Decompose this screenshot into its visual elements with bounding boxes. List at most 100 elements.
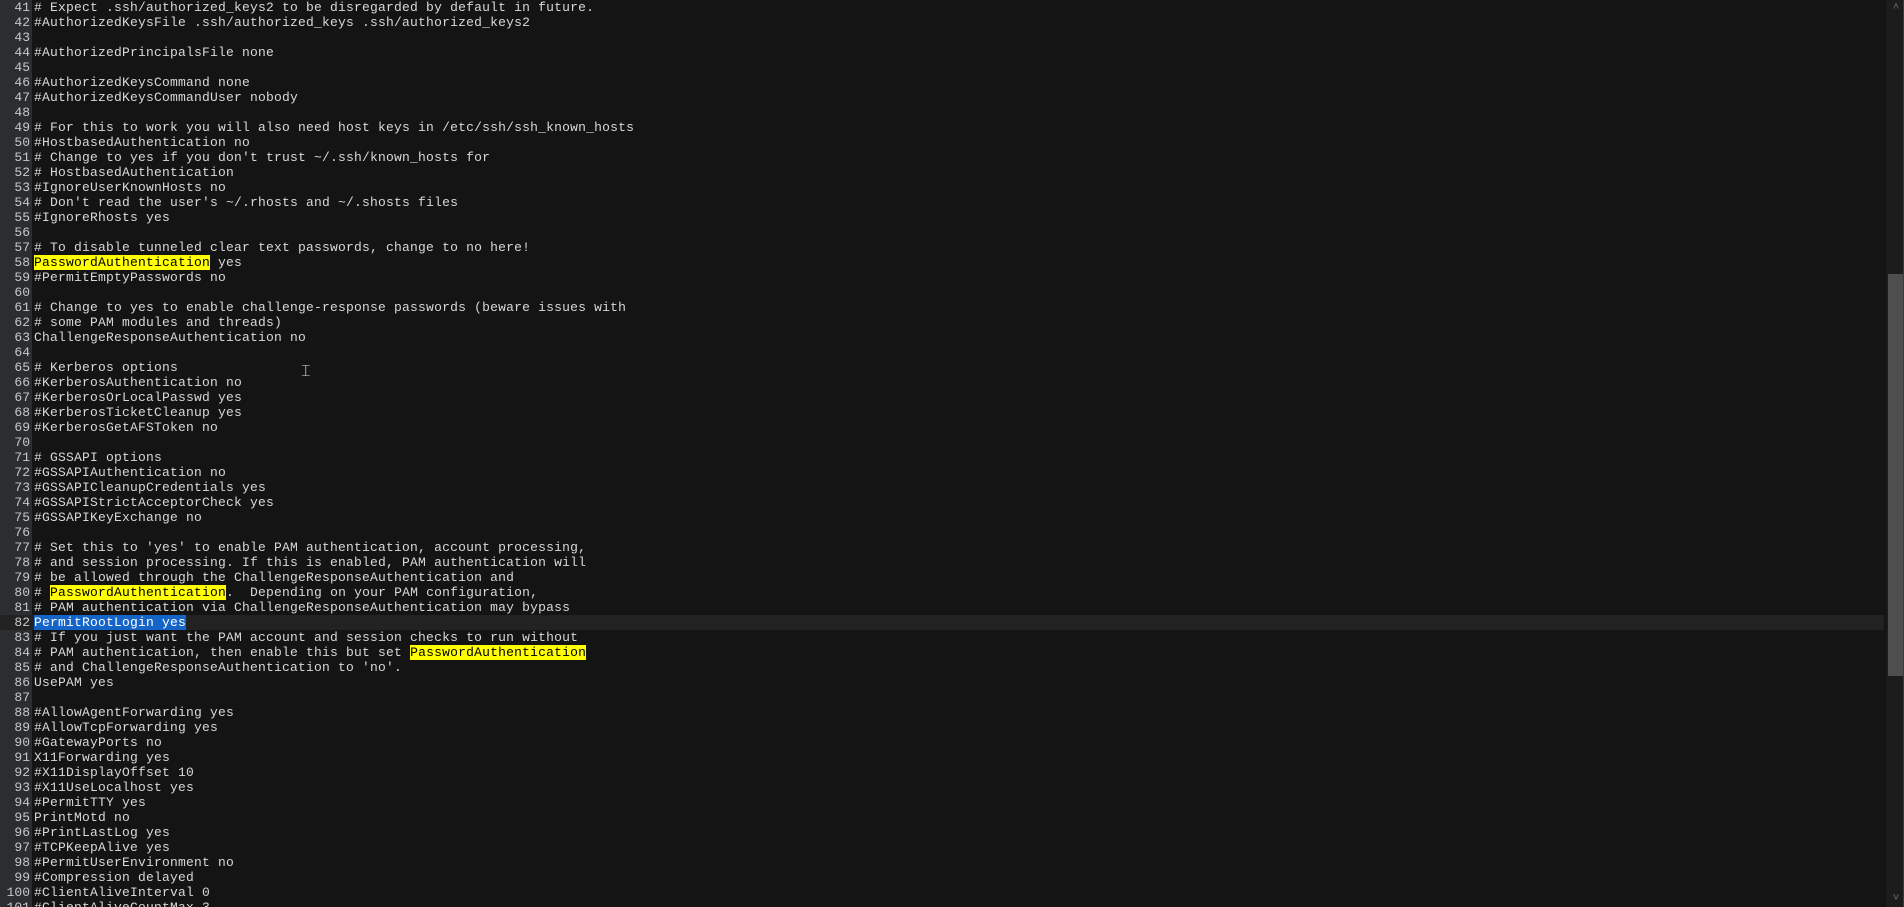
line-text[interactable]: #KerberosGetAFSToken no <box>34 420 218 435</box>
code-line[interactable]: 51 # Change to yes if you don't trust ~/.… <box>0 150 1884 165</box>
code-line[interactable]: 101 #ClientAliveCountMax 3 <box>0 900 1884 907</box>
line-text[interactable]: PrintMotd no <box>34 810 130 825</box>
line-text[interactable]: # Don't read the user's ~/.rhosts and ~/… <box>34 195 458 210</box>
line-text[interactable]: #KerberosAuthentication no <box>34 375 242 390</box>
line-text[interactable]: # If you just want the PAM account and s… <box>34 630 578 645</box>
line-text[interactable]: # Expect .ssh/authorized_keys2 to be dis… <box>34 0 594 15</box>
code-line[interactable]: 80 # PasswordAuthentication. Depending on… <box>0 585 1884 600</box>
line-text[interactable]: # and ChallengeResponseAuthentication to… <box>34 660 402 675</box>
scrollbar-thumb[interactable] <box>1888 274 1903 676</box>
line-text[interactable]: #X11DisplayOffset 10 <box>34 765 194 780</box>
code-line[interactable]: 83 # If you just want the PAM account and… <box>0 630 1884 645</box>
line-text[interactable]: #AllowTcpForwarding yes <box>34 720 218 735</box>
code-line[interactable]: 95 PrintMotd no <box>0 810 1884 825</box>
line-text[interactable]: #AuthorizedKeysCommand none <box>34 75 250 90</box>
line-text[interactable]: #AuthorizedKeysCommandUser nobody <box>34 90 298 105</box>
line-text[interactable]: PermitRootLogin yes <box>34 615 187 630</box>
code-line[interactable]: 77 # Set this to 'yes' to enable PAM auth… <box>0 540 1884 555</box>
code-line[interactable]: 87 <box>0 690 1884 705</box>
line-text[interactable]: #GSSAPIStrictAcceptorCheck yes <box>34 495 274 510</box>
code-line[interactable]: 70 <box>0 435 1884 450</box>
line-text[interactable]: #GSSAPICleanupCredentials yes <box>34 480 266 495</box>
code-line[interactable]: 69 #KerberosGetAFSToken no <box>0 420 1884 435</box>
code-line[interactable]: 89 #AllowTcpForwarding yes <box>0 720 1884 735</box>
line-text[interactable]: X11Forwarding yes <box>34 750 170 765</box>
code-line[interactable]: 90 #GatewayPorts no <box>0 735 1884 750</box>
code-line[interactable]: 82 PermitRootLogin yes <box>0 615 1884 630</box>
code-line[interactable]: 61 # Change to yes to enable challenge-re… <box>0 300 1884 315</box>
code-line[interactable]: 75 #GSSAPIKeyExchange no <box>0 510 1884 525</box>
code-line[interactable]: 52 # HostbasedAuthentication <box>0 165 1884 180</box>
code-line[interactable]: 55 #IgnoreRhosts yes <box>0 210 1884 225</box>
code-line[interactable]: 43 <box>0 30 1884 45</box>
code-line[interactable]: 96 #PrintLastLog yes <box>0 825 1884 840</box>
code-line[interactable]: 67 #KerberosOrLocalPasswd yes <box>0 390 1884 405</box>
code-line[interactable]: 41 # Expect .ssh/authorized_keys2 to be d… <box>0 0 1884 15</box>
code-line[interactable]: 50 #HostbasedAuthentication no <box>0 135 1884 150</box>
code-line[interactable]: 99 #Compression delayed <box>0 870 1884 885</box>
code-line[interactable]: 64 <box>0 345 1884 360</box>
line-text[interactable]: # Change to yes if you don't trust ~/.ss… <box>34 150 490 165</box>
line-text[interactable]: #PermitEmptyPasswords no <box>34 270 226 285</box>
line-text[interactable]: # GSSAPI options <box>34 450 162 465</box>
code-line[interactable]: 48 <box>0 105 1884 120</box>
code-line[interactable]: 65 # Kerberos options <box>0 360 1884 375</box>
line-text[interactable]: #PermitUserEnvironment no <box>34 855 234 870</box>
line-text[interactable]: #GSSAPIKeyExchange no <box>34 510 202 525</box>
code-line[interactable]: 59 #PermitEmptyPasswords no <box>0 270 1884 285</box>
code-line[interactable]: 88 #AllowAgentForwarding yes <box>0 705 1884 720</box>
code-line[interactable]: 60 <box>0 285 1884 300</box>
line-text[interactable]: # PAM authentication via ChallengeRespon… <box>34 600 570 615</box>
code-line[interactable]: 74 #GSSAPIStrictAcceptorCheck yes <box>0 495 1884 510</box>
code-line[interactable]: 53 #IgnoreUserKnownHosts no <box>0 180 1884 195</box>
code-line[interactable]: 81 # PAM authentication via ChallengeResp… <box>0 600 1884 615</box>
code-line[interactable]: 76 <box>0 525 1884 540</box>
code-line[interactable]: 46 #AuthorizedKeysCommand none <box>0 75 1884 90</box>
line-text[interactable]: PasswordAuthentication yes <box>34 255 242 270</box>
code-line[interactable]: 66 #KerberosAuthentication no <box>0 375 1884 390</box>
code-line[interactable]: 93 #X11UseLocalhost yes <box>0 780 1884 795</box>
line-text[interactable]: # Change to yes to enable challenge-resp… <box>34 300 626 315</box>
line-text[interactable]: #X11UseLocalhost yes <box>34 780 194 795</box>
line-text[interactable]: # HostbasedAuthentication <box>34 165 234 180</box>
line-text[interactable]: # PAM authentication, then enable this b… <box>34 645 587 660</box>
code-line[interactable]: 84 # PAM authentication, then enable this… <box>0 645 1884 660</box>
line-text[interactable]: #PrintLastLog yes <box>34 825 170 840</box>
line-text[interactable]: # Kerberos options <box>34 360 178 375</box>
line-text[interactable]: UsePAM yes <box>34 675 114 690</box>
code-line[interactable]: 94 #PermitTTY yes <box>0 795 1884 810</box>
line-text[interactable]: # PasswordAuthentication. Depending on y… <box>34 585 538 600</box>
code-line[interactable]: 100 #ClientAliveInterval 0 <box>0 885 1884 900</box>
line-text[interactable]: #PermitTTY yes <box>34 795 146 810</box>
code-line[interactable]: 63 ChallengeResponseAuthentication no <box>0 330 1884 345</box>
code-line[interactable]: 79 # be allowed through the ChallengeResp… <box>0 570 1884 585</box>
code-line[interactable]: 47 #AuthorizedKeysCommandUser nobody <box>0 90 1884 105</box>
code-line[interactable]: 54 # Don't read the user's ~/.rhosts and … <box>0 195 1884 210</box>
line-text[interactable]: #GatewayPorts no <box>34 735 162 750</box>
line-text[interactable]: # For this to work you will also need ho… <box>34 120 634 135</box>
line-text[interactable]: #TCPKeepAlive yes <box>34 840 170 855</box>
code-line[interactable]: 58 PasswordAuthentication yes <box>0 255 1884 270</box>
vertical-scrollbar[interactable]: ˄ ˅ <box>1886 0 1904 907</box>
line-text[interactable]: #GSSAPIAuthentication no <box>34 465 226 480</box>
code-line[interactable]: 72 #GSSAPIAuthentication no <box>0 465 1884 480</box>
line-text[interactable]: ChallengeResponseAuthentication no <box>34 330 306 345</box>
line-text[interactable]: #ClientAliveInterval 0 <box>34 885 210 900</box>
line-text[interactable]: #ClientAliveCountMax 3 <box>34 900 210 907</box>
line-text[interactable]: # and session processing. If this is ena… <box>34 555 586 570</box>
chevron-down-icon[interactable]: ˅ <box>1890 893 1902 905</box>
code-line[interactable]: 62 # some PAM modules and threads) <box>0 315 1884 330</box>
code-line[interactable]: 42 #AuthorizedKeysFile .ssh/authorized_ke… <box>0 15 1884 30</box>
code-line[interactable]: 56 <box>0 225 1884 240</box>
code-line[interactable]: 91 X11Forwarding yes <box>0 750 1884 765</box>
line-text[interactable]: # To disable tunneled clear text passwor… <box>34 240 530 255</box>
line-text[interactable]: #KerberosOrLocalPasswd yes <box>34 390 242 405</box>
code-line[interactable]: 44 #AuthorizedPrincipalsFile none <box>0 45 1884 60</box>
code-line[interactable]: 78 # and session processing. If this is e… <box>0 555 1884 570</box>
code-line[interactable]: 49 # For this to work you will also need … <box>0 120 1884 135</box>
line-text[interactable]: #AuthorizedKeysFile .ssh/authorized_keys… <box>34 15 530 30</box>
line-text[interactable]: #HostbasedAuthentication no <box>34 135 250 150</box>
line-text[interactable]: # some PAM modules and threads) <box>34 315 282 330</box>
code-line[interactable]: 57 # To disable tunneled clear text passw… <box>0 240 1884 255</box>
text-editor[interactable]: 41 # Expect .ssh/authorized_keys2 to be d… <box>0 0 1884 907</box>
